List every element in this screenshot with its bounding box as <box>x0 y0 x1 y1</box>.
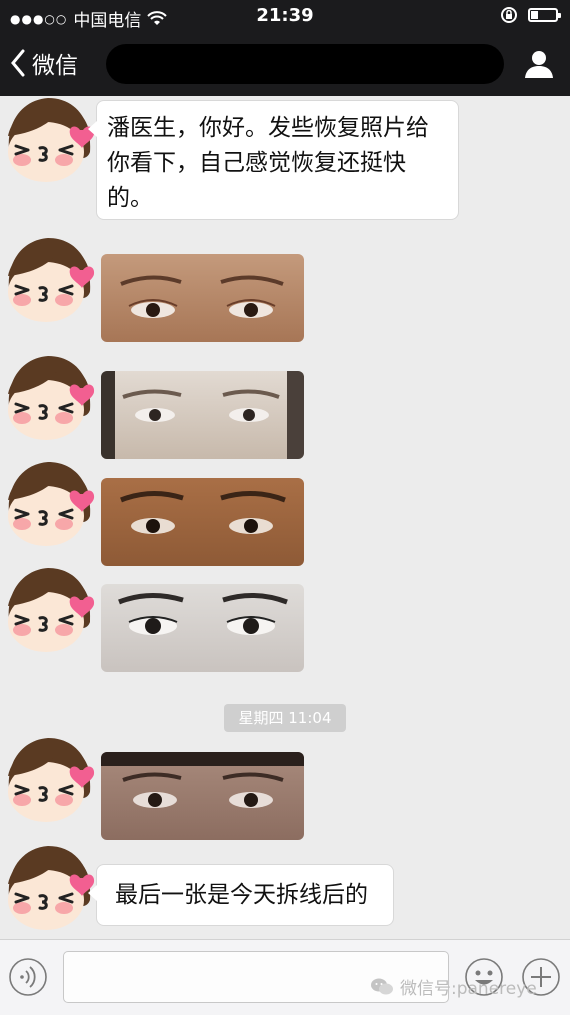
eye-photo[interactable] <box>101 371 304 459</box>
back-button[interactable]: 微信 <box>10 46 78 80</box>
avatar-icon[interactable] <box>2 460 98 550</box>
eye-photo[interactable] <box>101 254 304 342</box>
status-bar: ●●●○○ 中国电信 21:39 <box>0 0 570 34</box>
voice-icon[interactable] <box>8 957 48 997</box>
avatar-icon[interactable] <box>2 354 98 444</box>
avatar-icon[interactable] <box>2 236 98 326</box>
chevron-left-icon <box>11 49 25 77</box>
status-time: 21:39 <box>256 5 314 26</box>
status-right <box>500 6 561 24</box>
message-bubble[interactable]: 潘医生，你好。发些恢复照片给你看下，自己感觉恢复还挺快的。 <box>88 100 459 220</box>
avatar-icon[interactable] <box>2 566 98 656</box>
battery-icon <box>528 8 561 22</box>
input-bar <box>0 939 570 1015</box>
avatar-icon[interactable] <box>2 736 98 826</box>
message-bubble[interactable]: 最后一张是今天拆线后的 <box>88 864 394 926</box>
eye-photo[interactable] <box>101 478 304 566</box>
nav-bar: 微信 <box>0 34 570 96</box>
plus-icon[interactable] <box>521 957 561 997</box>
rotation-lock-icon <box>501 7 517 23</box>
eye-photo[interactable] <box>101 752 304 840</box>
message-text: 最后一张是今天拆线后的 <box>115 882 368 908</box>
battery-level <box>531 11 538 19</box>
chat-title-redacted <box>106 44 504 84</box>
emoji-icon[interactable] <box>464 957 504 997</box>
eye-photo[interactable] <box>101 584 304 672</box>
avatar-icon[interactable] <box>2 96 98 186</box>
avatar-icon[interactable] <box>2 844 98 934</box>
timestamp: 星期四 11:04 <box>224 704 346 732</box>
chat-area[interactable]: 潘医生，你好。发些恢复照片给你看下，自己感觉恢复还挺快的。 星期四 11:04 … <box>0 96 570 939</box>
message-text: 潘医生，你好。发些恢复照片给你看下，自己感觉恢复还挺快的。 <box>107 115 429 211</box>
back-label: 微信 <box>32 53 78 79</box>
message-input[interactable] <box>63 951 449 1003</box>
profile-icon[interactable] <box>522 47 556 81</box>
